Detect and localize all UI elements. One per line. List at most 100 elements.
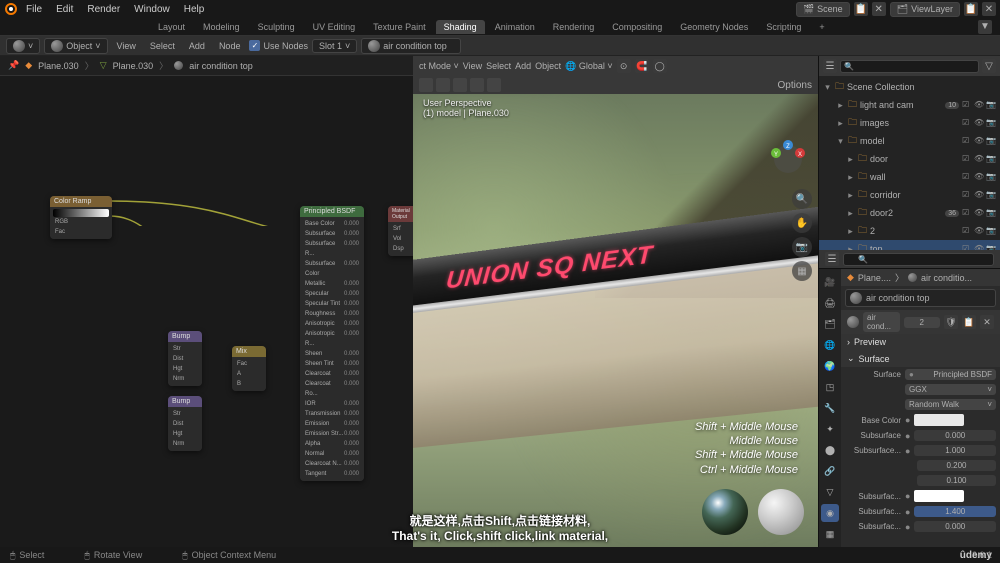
node-view-menu[interactable]: View xyxy=(112,40,141,52)
tool-icon[interactable] xyxy=(487,78,501,92)
tab-texture-icon[interactable]: ▦ xyxy=(821,525,839,543)
menu-file[interactable]: File xyxy=(20,4,48,15)
tab-shading[interactable]: Shading xyxy=(436,20,485,34)
slot-selector[interactable]: Slot 1 ˅ xyxy=(312,39,357,53)
node-material-output[interactable]: Material Output SrfVolDsp xyxy=(388,206,413,256)
surface-shader-field[interactable]: ● Principled BSDF xyxy=(905,369,996,380)
material-users[interactable]: 2 xyxy=(904,317,941,328)
menu-window[interactable]: Window xyxy=(128,4,176,15)
distribution-field[interactable]: GGX ˅ xyxy=(905,384,996,395)
proportional-icon[interactable]: ◯ xyxy=(653,59,667,73)
material-name-field[interactable]: air cond... xyxy=(863,312,900,332)
tab-render-icon[interactable]: 🎥 xyxy=(821,273,839,291)
sss-r3-field[interactable]: 0.100 xyxy=(917,475,996,486)
outliner-search-input[interactable] xyxy=(840,60,979,73)
tab-animation[interactable]: Animation xyxy=(487,20,543,34)
scene-selector[interactable]: 🎬 Scene xyxy=(796,2,850,17)
surface-section[interactable]: ⌄ Surface xyxy=(841,350,1000,367)
viewlayer-selector[interactable]: 🗂 ViewLayer xyxy=(890,2,960,17)
tab-object-icon[interactable]: ◳ xyxy=(821,378,839,396)
tab-viewlayer-icon[interactable]: 🗂 xyxy=(821,315,839,333)
search-input[interactable] xyxy=(843,253,994,266)
bc-pin-icon[interactable]: 📌 xyxy=(8,60,19,71)
tree-row[interactable]: ▸🗀corridor☑👁📷 xyxy=(819,186,1000,204)
node-add-menu[interactable]: Add xyxy=(184,40,210,52)
use-nodes-toggle[interactable]: ✓Use Nodes xyxy=(249,40,308,51)
menu-render[interactable]: Render xyxy=(81,4,126,15)
tree-row[interactable]: ▸🗀top☑👁📷 xyxy=(819,240,1000,250)
new-material-icon[interactable]: 📋 xyxy=(962,315,976,329)
vp-add-menu[interactable]: Add xyxy=(515,61,531,71)
vp-object-menu[interactable]: Object xyxy=(535,61,561,71)
bc-material[interactable]: air condition top xyxy=(189,61,253,71)
menu-help[interactable]: Help xyxy=(178,4,211,15)
tab-modeling[interactable]: Modeling xyxy=(195,20,248,34)
material-slot[interactable]: air condition top xyxy=(845,289,996,307)
menu-edit[interactable]: Edit xyxy=(50,4,79,15)
tab-scene-icon[interactable]: 🌐 xyxy=(821,336,839,354)
base-color-swatch[interactable] xyxy=(914,414,964,426)
editor-type-selector[interactable]: ˅ xyxy=(6,38,40,54)
new-scene-icon[interactable]: 📋 xyxy=(854,2,868,16)
tab-scripting[interactable]: Scripting xyxy=(758,20,809,34)
tab-constraints-icon[interactable]: 🔗 xyxy=(821,462,839,480)
snap-icon[interactable]: 🧲 xyxy=(635,59,649,73)
tab-modifier-icon[interactable]: 🔧 xyxy=(821,399,839,417)
filter-icon[interactable]: ▽ xyxy=(982,59,996,73)
tree-row-scene-collection[interactable]: ▾🗀Scene Collection xyxy=(819,78,1000,96)
tab-add[interactable]: + xyxy=(811,20,832,34)
node-principled-bsdf[interactable]: Principled BSDF Base Color0.000Subsurfac… xyxy=(300,206,364,481)
tree-row[interactable]: ▸🗀2☑👁📷 xyxy=(819,222,1000,240)
props-bc-mat[interactable]: air conditio... xyxy=(921,273,972,283)
sss-method-field[interactable]: Random Walk ˅ xyxy=(905,399,996,410)
node-bump-2[interactable]: Bump StrDistHgtNrm xyxy=(168,396,202,451)
new-viewlayer-icon[interactable]: 📋 xyxy=(964,2,978,16)
delete-viewlayer-icon[interactable]: ✕ xyxy=(982,2,996,16)
blender-logo-icon[interactable] xyxy=(4,2,18,16)
tab-physics-icon[interactable]: ⬤ xyxy=(821,441,839,459)
options-dropdown[interactable]: Options xyxy=(778,80,812,91)
sss-ior-field[interactable]: 1.400 xyxy=(914,506,996,517)
delete-scene-icon[interactable]: ✕ xyxy=(872,2,886,16)
viewport-canvas[interactable]: UNION SQ NEXT XZY 🔍 ✋ 📷 ▦ Shift + Middle… xyxy=(413,94,818,547)
unlink-icon[interactable]: ✕ xyxy=(980,315,994,329)
tab-rendering[interactable]: Rendering xyxy=(545,20,603,34)
move-icon[interactable]: ✋ xyxy=(792,213,812,233)
orientation-selector[interactable]: 🌐 Global ˅ xyxy=(565,61,613,72)
zoom-icon[interactable]: 🔍 xyxy=(792,189,812,209)
tree-row[interactable]: ▾🗀model☑👁📷 xyxy=(819,132,1000,150)
subsurface-field[interactable]: 0.000 xyxy=(914,430,996,441)
sss-color-swatch[interactable] xyxy=(914,490,964,502)
material-selector[interactable]: air condition top xyxy=(361,38,461,54)
tool-icon[interactable] xyxy=(436,78,450,92)
tab-world-icon[interactable]: 🌍 xyxy=(821,357,839,375)
sss-r2-field[interactable]: 0.200 xyxy=(917,460,996,471)
node-editor[interactable]: 📌 ◆ Plane.030 〉 ▽ Plane.030 〉 air condit… xyxy=(0,56,413,547)
tool-icon[interactable] xyxy=(470,78,484,92)
sss-aniso-field[interactable]: 0.000 xyxy=(914,521,996,532)
node-canvas[interactable]: Color Ramp RGB Fac Bump StrDistHgtNrm Bu… xyxy=(0,76,413,547)
node-select-menu[interactable]: Select xyxy=(145,40,180,52)
fake-user-icon[interactable]: 🛡 xyxy=(944,315,958,329)
tree-row[interactable]: ▸🗀light and cam10☑👁📷 xyxy=(819,96,1000,114)
nav-gizmo[interactable]: XZY xyxy=(768,139,808,179)
tree-row[interactable]: ▸🗀door☑👁📷 xyxy=(819,150,1000,168)
tab-data-icon[interactable]: ▽ xyxy=(821,483,839,501)
outliner-type-icon[interactable]: ☰ xyxy=(823,59,837,73)
perspective-icon[interactable]: ▦ xyxy=(792,261,812,281)
vp-select-menu[interactable]: Select xyxy=(486,61,511,71)
tab-compositing[interactable]: Compositing xyxy=(604,20,670,34)
tab-sculpting[interactable]: Sculpting xyxy=(250,20,303,34)
vp-mode-selector[interactable]: ct Mode ˅ xyxy=(419,61,459,71)
filter-icon[interactable]: ▼ xyxy=(978,20,992,34)
node-color-ramp[interactable]: Color Ramp RGB Fac xyxy=(50,196,112,239)
props-bc-obj[interactable]: Plane.... xyxy=(858,273,891,283)
preview-section[interactable]: › Preview xyxy=(841,334,1000,350)
bc-object[interactable]: Plane.030 xyxy=(38,61,79,71)
bc-mesh[interactable]: Plane.030 xyxy=(113,61,154,71)
vp-view-menu[interactable]: View xyxy=(463,61,482,71)
tab-geonodes[interactable]: Geometry Nodes xyxy=(672,20,756,34)
camera-icon[interactable]: 📷 xyxy=(792,237,812,257)
tab-uv[interactable]: UV Editing xyxy=(305,20,364,34)
tree-row[interactable]: ▸🗀door236☑👁📷 xyxy=(819,204,1000,222)
